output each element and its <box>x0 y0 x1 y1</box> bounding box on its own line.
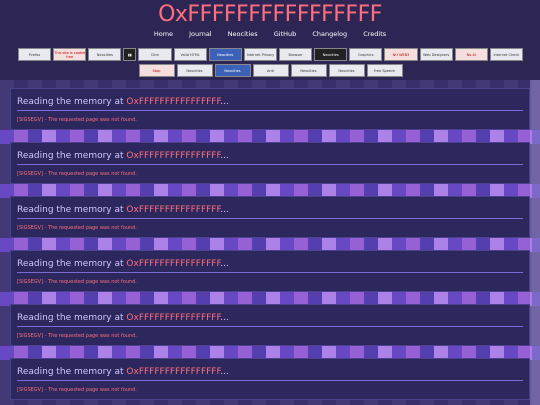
divider <box>17 380 523 381</box>
post-card: Reading the memory at OxFFFFFFFFFFFFFFFF… <box>10 358 530 400</box>
badge-free-speech[interactable]: Free Speech <box>366 64 403 77</box>
nav-home-link[interactable]: Home <box>154 30 173 38</box>
post-title: Reading the memory at OxFFFFFFFFFFFFFFFF… <box>17 97 229 107</box>
post-card: Reading the memory at OxFFFFFFFFFFFFFFFF… <box>10 88 530 130</box>
badge-neocities-3[interactable]: Neocities <box>314 48 348 61</box>
post-message: [SIGSEGV] - The requested page was not f… <box>17 117 137 123</box>
divider <box>17 272 523 273</box>
badge-neocities-4[interactable]: Neocities <box>176 64 213 77</box>
post-message: [SIGSEGV] - The requested page was not f… <box>17 387 137 393</box>
site-title[interactable]: OxFFFFFFFFFFFFFFFF <box>0 2 540 28</box>
badge-neocities[interactable]: Neocities <box>88 48 122 61</box>
scrollbar[interactable] <box>530 80 540 405</box>
divider <box>17 218 523 219</box>
divider <box>17 164 523 165</box>
badge-area: Firefox This site is cookie free Neociti… <box>18 48 523 80</box>
post-title: Reading the memory at OxFFFFFFFFFFFFFFFF… <box>17 151 229 161</box>
nav-credits-link[interactable]: Credits <box>363 30 386 38</box>
badge-stop[interactable]: Stop <box>138 64 175 77</box>
post-title: Reading the memory at OxFFFFFFFFFFFFFFFF… <box>17 205 229 215</box>
post-message: [SIGSEGV] - The requested page was not f… <box>17 333 137 339</box>
nav-journal-link[interactable]: Journal <box>189 30 211 38</box>
site-header: OxFFFFFFFFFFFFFFFF Home Journal Neocitie… <box>0 0 540 80</box>
nav-changelog-link[interactable]: Changelog <box>312 30 347 38</box>
badge-valid-html[interactable]: Valid HTML <box>173 48 207 61</box>
badge-no-web3[interactable]: NO WEB3 <box>384 48 418 61</box>
post-message: [SIGSEGV] - The requested page was not f… <box>17 171 137 177</box>
badge-browser[interactable]: Browser <box>278 48 313 61</box>
badge-no-ai[interactable]: No AI <box>454 48 488 61</box>
post-card: Reading the memory at OxFFFFFFFFFFFFFFFF… <box>10 196 530 238</box>
badge-anti[interactable]: Anti <box>252 64 289 77</box>
content-area: Reading the memory at OxFFFFFFFFFFFFFFFF… <box>0 80 540 405</box>
main-nav: Home Journal Neocities GitHub Changelog … <box>0 30 540 38</box>
badge-cookie-free[interactable]: This site is cookie free <box>53 48 87 61</box>
badge-internet-check[interactable]: Internet Check <box>489 48 523 61</box>
post-message: [SIGSEGV] - The requested page was not f… <box>17 279 137 285</box>
badge-pause-icon[interactable]: ▮▮ <box>123 48 137 61</box>
nav-neocities-link[interactable]: Neocities <box>228 30 258 38</box>
post-title: Reading the memory at OxFFFFFFFFFFFFFFFF… <box>17 313 229 323</box>
badge-firefox[interactable]: Firefox <box>18 48 52 61</box>
divider <box>17 110 523 111</box>
badge-neocities-5[interactable]: Neocities <box>214 64 251 77</box>
divider <box>17 326 523 327</box>
post-card: Reading the memory at OxFFFFFFFFFFFFFFFF… <box>10 304 530 346</box>
badge-row: Firefox This site is cookie free Neociti… <box>18 48 523 63</box>
post-message: [SIGSEGV] - The requested page was not f… <box>17 225 137 231</box>
badge-click[interactable]: Click <box>138 48 172 61</box>
badge-web-designers[interactable]: Web Designers <box>419 48 453 61</box>
post-title: Reading the memory at OxFFFFFFFFFFFFFFFF… <box>17 259 229 269</box>
badge-graphics[interactable]: Graphics <box>349 48 383 61</box>
badge-neocities-2[interactable]: Neocities <box>208 48 242 61</box>
badge-neocities-6[interactable]: Neocities <box>290 64 327 77</box>
post-card: Reading the memory at OxFFFFFFFFFFFFFFFF… <box>10 142 530 184</box>
post-card: Reading the memory at OxFFFFFFFFFFFFFFFF… <box>10 250 530 292</box>
badge-row: Stop Neocities Neocities Anti Neocities … <box>18 64 523 79</box>
badge-internet-privacy[interactable]: Internet Privacy <box>243 48 277 61</box>
badge-neocities-7[interactable]: Neocities <box>328 64 365 77</box>
post-title: Reading the memory at OxFFFFFFFFFFFFFFFF… <box>17 367 229 377</box>
nav-github-link[interactable]: GitHub <box>274 30 297 38</box>
